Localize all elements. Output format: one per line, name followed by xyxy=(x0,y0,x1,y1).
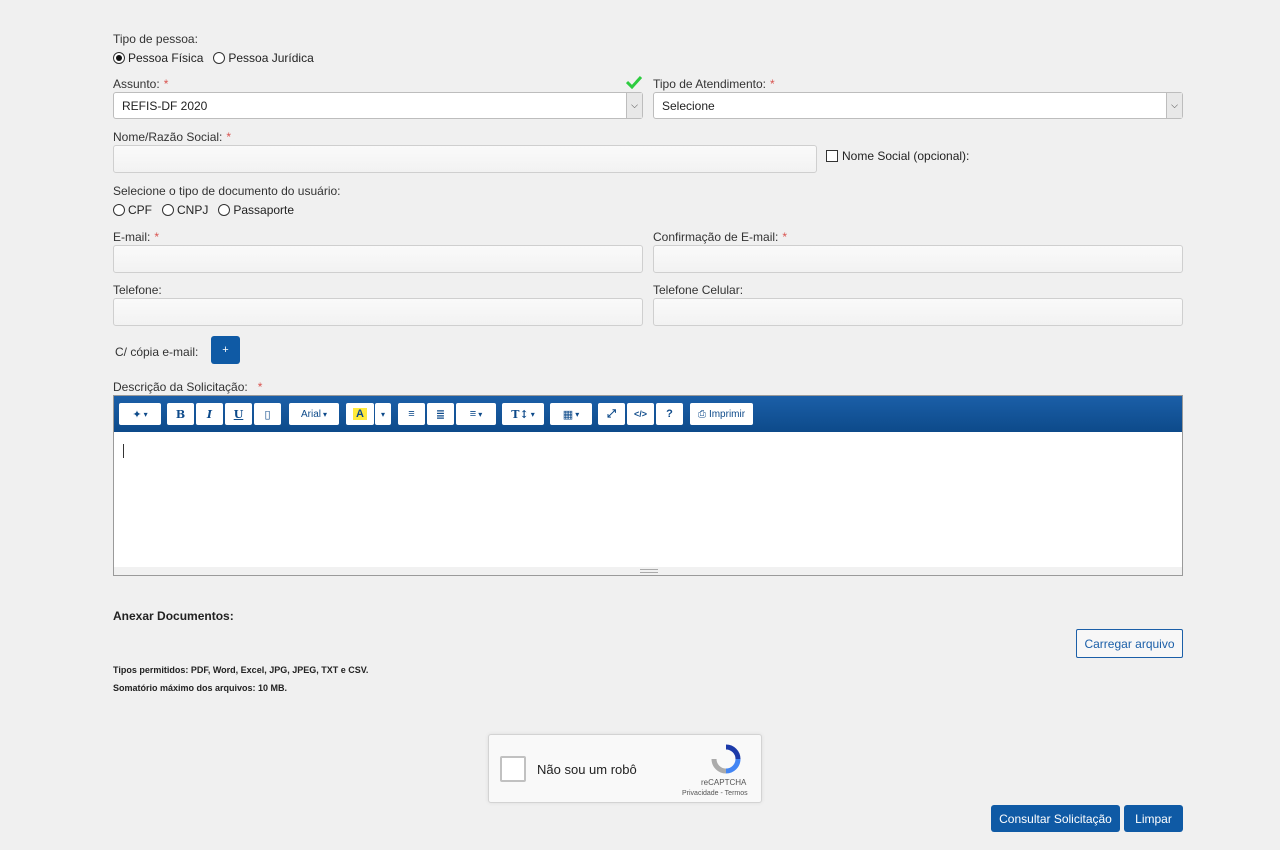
required-marker: * xyxy=(257,380,263,394)
font-family-value: Arial xyxy=(300,408,321,420)
telefone-input[interactable] xyxy=(113,298,643,326)
radio-cnpj[interactable]: CNPJ xyxy=(162,203,208,217)
nome-label: Nome/Razão Social: * xyxy=(113,130,231,144)
checkbox-icon xyxy=(826,150,838,162)
print-button[interactable]: ⎙ Imprimir xyxy=(690,403,753,425)
required-marker: * xyxy=(226,130,232,144)
email-confirm-label: Confirmação de E-mail: * xyxy=(653,230,787,244)
required-marker: * xyxy=(154,230,160,244)
copia-label: C/ cópia e-mail: xyxy=(115,345,199,359)
recaptcha-checkbox[interactable] xyxy=(500,756,526,782)
required-marker: * xyxy=(163,77,169,91)
table-icon[interactable]: ▦ xyxy=(550,403,592,425)
radio-cpf[interactable]: CPF xyxy=(113,203,152,217)
anexar-title: Anexar Documentos: xyxy=(113,609,234,623)
align-icon[interactable]: ≡ xyxy=(456,403,496,425)
printer-icon: ⎙ xyxy=(697,408,706,420)
tipo-atendimento-label: Tipo de Atendimento: * xyxy=(653,77,775,91)
email-confirm-input[interactable] xyxy=(653,245,1183,273)
radio-pessoa-fisica-label: Pessoa Física xyxy=(128,51,204,65)
add-copia-email-button[interactable]: + xyxy=(211,336,240,364)
documento-group: CPF CNPJ Passaporte xyxy=(113,203,304,217)
editor-content[interactable] xyxy=(114,432,1182,567)
nome-social-label: Nome Social (opcional): xyxy=(842,149,970,163)
assunto-select[interactable]: REFIS-DF 2020 ⌵ xyxy=(113,92,643,119)
radio-pessoa-juridica[interactable]: Pessoa Jurídica xyxy=(213,51,314,65)
descricao-label-text: Descrição da Solicitação: xyxy=(113,380,248,394)
text-size-icon[interactable]: T↕ xyxy=(502,403,544,425)
editor-resize-handle[interactable] xyxy=(114,567,1182,575)
tipo-atendimento-label-text: Tipo de Atendimento: xyxy=(653,77,766,91)
recaptcha-logo-icon xyxy=(710,743,742,775)
valid-check-icon xyxy=(625,75,643,90)
consultar-solicitacao-button[interactable]: Consultar Solicitação xyxy=(991,805,1120,832)
chevron-down-icon[interactable]: ▾ xyxy=(375,403,391,425)
limpar-button[interactable]: Limpar xyxy=(1124,805,1183,832)
font-family-select[interactable]: Arial xyxy=(289,403,339,425)
print-button-label: Imprimir xyxy=(708,408,746,420)
ordered-list-icon[interactable]: ≣ xyxy=(427,403,454,425)
descricao-label: Descrição da Solicitação: * xyxy=(113,380,262,394)
tipo-pessoa-group: Pessoa Física Pessoa Jurídica xyxy=(113,51,324,65)
nome-input[interactable] xyxy=(113,145,817,173)
recaptcha-label: Não sou um robô xyxy=(537,762,637,777)
tipo-atendimento-select-value: Selecione xyxy=(662,98,715,113)
nome-label-text: Nome/Razão Social: xyxy=(113,130,223,144)
radio-icon xyxy=(218,204,231,216)
tipo-atendimento-select[interactable]: Selecione ⌵ xyxy=(653,92,1183,119)
radio-icon xyxy=(113,204,125,216)
radio-icon xyxy=(113,52,125,64)
radio-cpf-label: CPF xyxy=(128,203,152,217)
recaptcha-brand: reCAPTCHA xyxy=(701,778,747,787)
email-label: E-mail: * xyxy=(113,230,159,244)
required-marker: * xyxy=(769,77,775,91)
underline-button[interactable]: U xyxy=(225,403,252,425)
nome-social-checkbox[interactable]: Nome Social (opcional): xyxy=(826,149,969,163)
radio-pessoa-fisica[interactable]: Pessoa Física xyxy=(113,51,203,65)
radio-icon xyxy=(213,52,226,64)
email-input[interactable] xyxy=(113,245,643,273)
radio-pessoa-juridica-label: Pessoa Jurídica xyxy=(228,51,314,65)
recaptcha-links[interactable]: Privacidade - Termos xyxy=(682,790,748,797)
italic-button[interactable]: I xyxy=(196,403,223,425)
magic-wand-icon[interactable]: ✦ xyxy=(119,403,161,425)
text-color-icon[interactable]: A xyxy=(346,403,374,425)
chevron-down-icon: ⌵ xyxy=(626,93,642,118)
text-cursor xyxy=(123,444,124,458)
rich-text-editor: ✦ B I U ▯ Arial A ▾ ≡ ≣ ≡ T↕ ▦ ⤢ </> ? ⎙… xyxy=(113,395,1183,576)
max-size-text: Somatório máximo dos arquivos: 10 MB. xyxy=(113,683,288,693)
recaptcha-widget: Não sou um robô reCAPTCHA Privacidade - … xyxy=(488,734,762,803)
resize-grip-icon xyxy=(640,569,658,573)
help-icon[interactable]: ? xyxy=(656,403,683,425)
radio-passaporte[interactable]: Passaporte xyxy=(218,203,294,217)
bold-button[interactable]: B xyxy=(167,403,194,425)
documento-label: Selecione o tipo de documento do usuário… xyxy=(113,184,341,198)
code-view-icon[interactable]: </> xyxy=(627,403,654,425)
fullscreen-icon[interactable]: ⤢ xyxy=(598,403,625,425)
allowed-types-text: Tipos permitidos: PDF, Word, Excel, JPG,… xyxy=(113,665,369,675)
telefone-label: Telefone: xyxy=(113,283,162,297)
email-label-text: E-mail: xyxy=(113,230,151,244)
tipo-pessoa-label: Tipo de pessoa: xyxy=(113,32,198,46)
assunto-label: Assunto: * xyxy=(113,77,168,91)
unordered-list-icon[interactable]: ≡ xyxy=(398,403,425,425)
email-confirm-label-text: Confirmação de E-mail: xyxy=(653,230,779,244)
editor-toolbar: ✦ B I U ▯ Arial A ▾ ≡ ≣ ≡ T↕ ▦ ⤢ </> ? ⎙… xyxy=(114,396,1182,432)
radio-icon xyxy=(162,204,174,216)
required-marker: * xyxy=(782,230,788,244)
chevron-down-icon: ⌵ xyxy=(1166,93,1182,118)
assunto-select-value: REFIS-DF 2020 xyxy=(122,98,208,113)
celular-input[interactable] xyxy=(653,298,1183,326)
upload-file-button[interactable]: Carregar arquivo xyxy=(1076,629,1183,658)
radio-cnpj-label: CNPJ xyxy=(177,203,209,217)
radio-passaporte-label: Passaporte xyxy=(233,203,295,217)
eraser-icon[interactable]: ▯ xyxy=(254,403,281,425)
celular-label: Telefone Celular: xyxy=(653,283,744,297)
assunto-label-text: Assunto: xyxy=(113,77,160,91)
